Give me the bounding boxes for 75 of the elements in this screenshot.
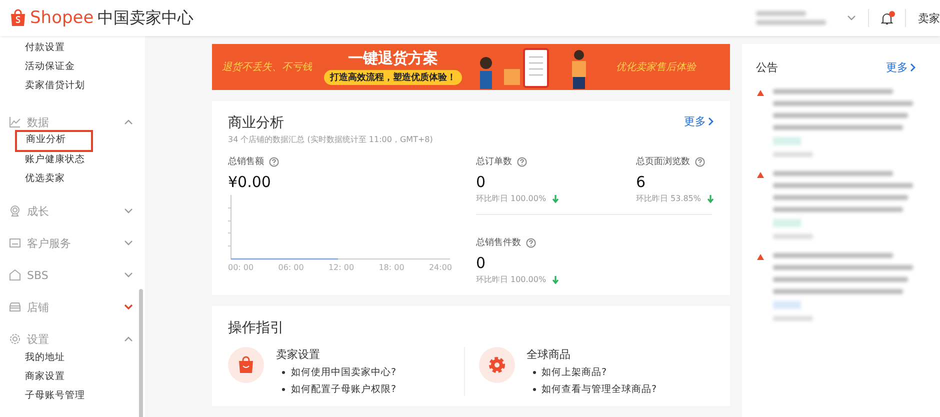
- line-chart-icon: [9, 116, 21, 128]
- metric-value: 0: [476, 254, 486, 272]
- sidebar-item[interactable]: 付款设置: [25, 38, 65, 57]
- axis-label: 06: 00: [278, 263, 304, 272]
- banner-headline: 一键退货方案: [348, 49, 438, 68]
- metric-label: 总订单数: [476, 156, 512, 168]
- gear-icon: [488, 356, 506, 374]
- chevron-icon[interactable]: [124, 272, 133, 278]
- guide-link[interactable]: 如何查看与管理全球商品?: [542, 383, 657, 396]
- user-menu[interactable]: 卖家: [918, 10, 940, 26]
- brand-name: Shopee: [30, 8, 94, 28]
- metric-value: 0: [476, 173, 486, 191]
- sidebar-item[interactable]: 优选卖家: [25, 169, 65, 188]
- chevron-icon[interactable]: [124, 304, 133, 310]
- promo-banner[interactable]: 退货不丢失、不亏钱 一键退货方案 打造高效流程，塑造优质体验！ 优化卖家售后体验: [212, 44, 730, 90]
- sidebar-item[interactable]: 卖家借贷计划: [25, 76, 85, 95]
- chevron-icon[interactable]: [124, 240, 133, 246]
- bullet-icon: [282, 388, 285, 391]
- shopping-bag-logo-icon: [10, 9, 26, 27]
- axis-label: 18: 00: [378, 263, 404, 272]
- card-subtitle: 34 个店铺的数据汇总 (实时数据统计至 11:00，GMT+8): [228, 134, 433, 145]
- arrow-down-icon: [707, 194, 714, 202]
- axis-label: 00: 00: [228, 263, 254, 272]
- sidebar-item[interactable]: 账户健康状态: [25, 150, 85, 169]
- card-title: 操作指引: [228, 319, 285, 337]
- chevron-right-icon: [910, 63, 916, 72]
- notification-bell-icon[interactable]: [881, 12, 893, 24]
- metric-change: 环比昨日 100.00%: [476, 274, 546, 285]
- shopping-bag-icon: [238, 356, 254, 374]
- guide-link[interactable]: 如何使用中国卖家中心?: [291, 366, 396, 379]
- guide-group-title: 全球商品: [526, 347, 572, 362]
- sidebar-item[interactable]: 商家设置: [25, 367, 65, 386]
- guide-link[interactable]: 如何配置子母账户权限?: [291, 383, 396, 396]
- help-icon[interactable]: [694, 156, 705, 166]
- metric-change: 环比昨日 53.85%: [636, 193, 701, 204]
- arrow-down-icon: [552, 276, 560, 284]
- help-icon[interactable]: [516, 156, 527, 166]
- bullet-icon: [282, 371, 285, 374]
- chevron-icon[interactable]: [847, 15, 856, 21]
- metric-value: 6: [636, 173, 646, 191]
- axis-label: 12: 00: [328, 263, 354, 272]
- settings-icon: [9, 333, 21, 345]
- metric-value: ¥0.00: [228, 173, 272, 191]
- header-title: 中国卖家中心: [98, 8, 194, 28]
- axis-label: 24:00: [428, 263, 452, 272]
- help-icon[interactable]: [526, 238, 536, 248]
- banner-slogan: 退货不丢失、不亏钱: [222, 60, 312, 74]
- house-icon: [9, 269, 21, 281]
- sidebar-item[interactable]: 活动保证金: [25, 57, 75, 76]
- store-icon: [9, 301, 21, 313]
- guide-group-title: 卖家设置: [276, 347, 321, 362]
- bullet-icon: [532, 371, 536, 374]
- guide-link[interactable]: 如何上架商品?: [542, 366, 607, 379]
- metric-label: 总销售额: [228, 156, 264, 168]
- chevron-icon[interactable]: [124, 119, 133, 125]
- scrollbar[interactable]: [139, 289, 143, 417]
- bullet-icon: [532, 388, 536, 391]
- arrow-down-icon: [552, 194, 560, 202]
- panel-title: 公告: [756, 60, 778, 75]
- sidebar-item[interactable]: 子母账号管理: [25, 386, 85, 405]
- banner-subline: 打造高效流程，塑造优质体验！: [324, 70, 462, 85]
- metric-label: 总销售件数: [476, 236, 521, 249]
- message-icon: [9, 237, 21, 249]
- help-icon[interactable]: [269, 156, 279, 166]
- more-link[interactable]: 更多: [684, 114, 714, 129]
- card-title: 商业分析: [228, 114, 285, 132]
- metric-label: 总页面浏览数: [636, 156, 690, 168]
- banner-slogan: 优化卖家售后体验: [616, 60, 696, 74]
- metric-change: 环比昨日 100.00%: [476, 193, 546, 204]
- sidebar-item[interactable]: 我的地址: [25, 348, 65, 367]
- sidebar-item[interactable]: 商业分析: [15, 130, 93, 152]
- chevron-icon[interactable]: [124, 336, 133, 342]
- more-link[interactable]: 更多: [886, 60, 916, 75]
- chevron-right-icon: [708, 117, 714, 126]
- chevron-icon[interactable]: [124, 208, 133, 214]
